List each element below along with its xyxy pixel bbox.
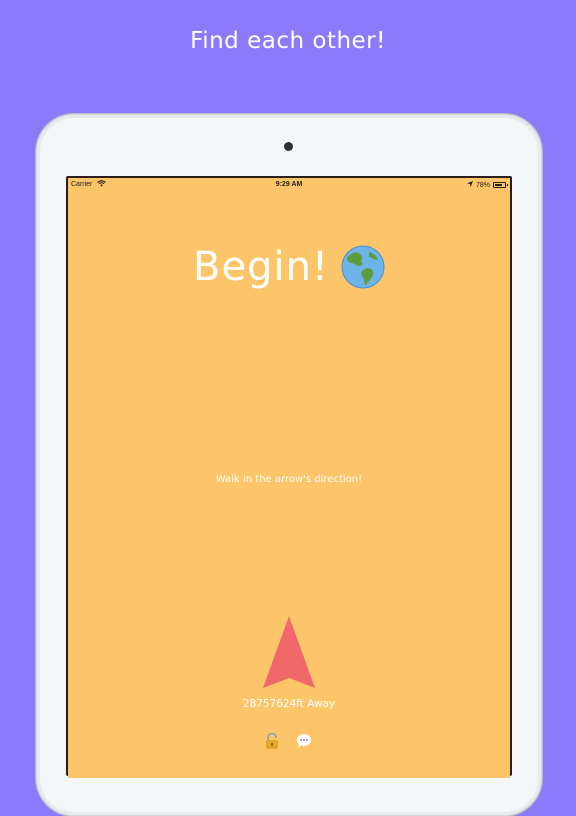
front-camera — [284, 142, 293, 151]
title-row: Begin! — [68, 244, 510, 290]
app-screen: Carrier 9:29 AM 78% Begin! Walk in the a… — [68, 178, 510, 778]
marketing-headline: Find each other! — [190, 28, 386, 54]
battery-percent: 78% — [475, 181, 490, 189]
page-title: Begin! — [193, 244, 329, 290]
distance-text: 28757624ft Away — [242, 698, 336, 710]
battery-fill — [495, 184, 502, 186]
direction-arrow-icon — [263, 616, 315, 688]
globe-americas-icon — [341, 245, 385, 289]
battery-icon — [493, 182, 508, 188]
chat-bubble-icon[interactable] — [296, 733, 312, 749]
location-arrow-icon — [466, 181, 473, 189]
status-bar: Carrier 9:29 AM 78% — [68, 178, 510, 192]
lock-icon[interactable] — [265, 733, 279, 749]
instruction-text: Walk in the arrow's direction! — [215, 474, 363, 485]
status-right: 78% — [466, 181, 508, 189]
status-time: 9:29 AM — [275, 181, 303, 188]
